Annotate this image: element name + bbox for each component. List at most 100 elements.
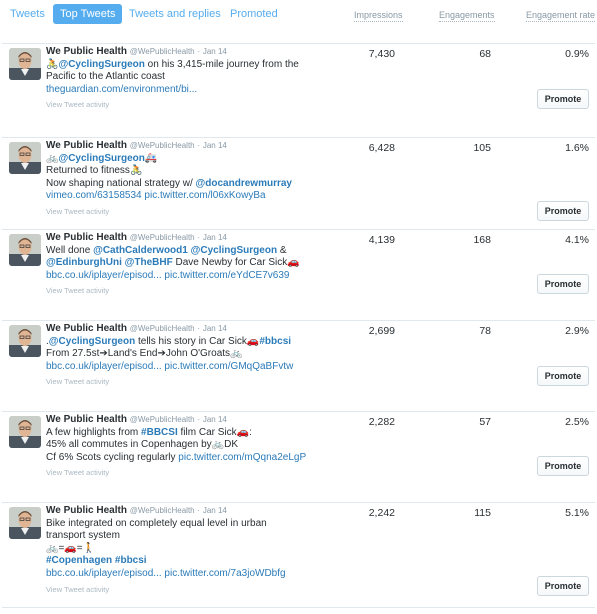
account-name[interactable]: We Public Health xyxy=(46,414,127,425)
column-header-impressions[interactable]: Impressions xyxy=(354,10,403,22)
promote-button[interactable]: Promote xyxy=(537,274,589,294)
mention-link[interactable]: @CyclingSurgeon xyxy=(49,336,135,347)
tab-top-tweets[interactable]: Top Tweets xyxy=(53,4,123,24)
engagement-rate-value: 2.9% xyxy=(565,325,589,337)
account-handle[interactable]: @WePublicHealth xyxy=(130,324,195,333)
account-name[interactable]: We Public Health xyxy=(46,232,127,243)
account-handle[interactable]: @WePublicHealth xyxy=(130,47,195,56)
tweet-date-separator: · xyxy=(197,324,201,333)
tweet-text-segment: Bike integrated on completely equal leve… xyxy=(46,517,267,529)
account-name[interactable]: We Public Health xyxy=(46,46,127,57)
mention-link[interactable]: @CyclingSurgeon xyxy=(58,59,144,70)
account-handle[interactable]: @WePublicHealth xyxy=(130,141,195,150)
tweet-text-line: transport system xyxy=(46,530,316,543)
mention-link[interactable]: @CyclingSurgeon xyxy=(191,245,277,256)
tweet-link[interactable]: vimeo.com/63158534 xyxy=(46,190,142,201)
tab-promoted[interactable]: Promoted xyxy=(230,4,278,24)
tab-tweets-and-replies[interactable]: Tweets and replies xyxy=(129,4,221,24)
tweet-text: Well done @CathCalderwood1 @CyclingSurge… xyxy=(46,245,316,283)
tweet-text-segment: ➔ xyxy=(99,348,108,360)
tweet-date[interactable]: Jan 14 xyxy=(203,324,227,333)
promote-button[interactable]: Promote xyxy=(537,89,589,109)
tweet-link[interactable]: pic.twitter.com/l06xKowyBa xyxy=(144,190,265,201)
tweet-date[interactable]: Jan 14 xyxy=(203,415,227,424)
avatar[interactable] xyxy=(9,48,41,80)
tweet-text-line: #Copenhagen #bbcsi xyxy=(46,555,316,568)
tweet-text-segment: : xyxy=(249,426,252,438)
tweet-row: We Public Health @WePublicHealth · Jan 1… xyxy=(2,320,595,411)
promote-button[interactable]: Promote xyxy=(537,456,589,476)
avatar[interactable] xyxy=(9,507,41,539)
tweet-date[interactable]: Jan 14 xyxy=(203,141,227,150)
promote-button[interactable]: Promote xyxy=(537,201,589,221)
tweet-text-line: 🚴@CyclingSurgeon on his 3,415-mile journ… xyxy=(46,59,316,72)
column-header-engagements-label: Engagements xyxy=(439,10,495,20)
mention-link[interactable]: @CathCalderwood1 xyxy=(93,245,188,256)
tweet-date[interactable]: Jan 14 xyxy=(203,506,227,515)
avatar[interactable] xyxy=(9,325,41,357)
tweet-link[interactable]: bbc.co.uk/iplayer/episod... xyxy=(46,361,162,372)
account-name[interactable]: We Public Health xyxy=(46,140,127,151)
tweet-text-line: 🚲=🚗=🚶 xyxy=(46,543,316,556)
tweet-text-segment: Land's End xyxy=(107,348,158,360)
tweet-text-segment: Returned to fitness xyxy=(46,165,130,177)
avatar[interactable] xyxy=(9,234,41,266)
view-tweet-activity-link[interactable]: View Tweet activity xyxy=(46,376,316,389)
mention-link[interactable]: @docandrewmurray xyxy=(196,178,292,189)
tweet-text-line: 🚲@CyclingSurgeon🚑 xyxy=(46,153,316,166)
engagement-rate-value: 5.1% xyxy=(565,507,589,519)
hashtag-link[interactable]: #Copenhagen xyxy=(46,555,112,566)
tab-tweets[interactable]: Tweets xyxy=(10,4,45,24)
column-header-engagements[interactable]: Engagements xyxy=(439,10,495,22)
view-tweet-activity-link[interactable]: View Tweet activity xyxy=(46,99,316,112)
tweet-text-segment: 🚴 xyxy=(46,58,59,70)
tweet-row: We Public Health @WePublicHealth · Jan 1… xyxy=(2,137,595,229)
tweet-link[interactable]: theguardian.com/environment/bi... xyxy=(46,84,197,95)
tweet-text-line: theguardian.com/environment/bi... xyxy=(46,84,316,97)
tweet-date-separator: · xyxy=(197,47,201,56)
tweet-link[interactable]: bbc.co.uk/iplayer/episod... xyxy=(46,270,162,281)
engagement-rate-value: 2.5% xyxy=(565,416,589,428)
tweet-link[interactable]: bbc.co.uk/iplayer/episod... xyxy=(46,568,162,579)
engagements-value: 168 xyxy=(473,234,491,246)
account-name[interactable]: We Public Health xyxy=(46,505,127,516)
top-tweets-list: We Public Health @WePublicHealth · Jan 1… xyxy=(2,43,595,608)
tweet-text: .@CyclingSurgeon tells his story in Car … xyxy=(46,336,316,374)
view-tweet-activity-link[interactable]: View Tweet activity xyxy=(46,285,316,298)
account-handle[interactable]: @WePublicHealth xyxy=(130,233,195,242)
hashtag-link[interactable]: #bbcsi xyxy=(115,555,147,566)
tweet-header: We Public Health @WePublicHealth · Jan 1… xyxy=(46,505,316,518)
tweet-link[interactable]: pic.twitter.com/eYdCE7v639 xyxy=(164,270,289,281)
view-tweet-activity-link[interactable]: View Tweet activity xyxy=(46,206,316,219)
tweet-text-segment: on his 3,415-mile journey from the xyxy=(144,58,299,70)
mention-link[interactable]: @TheBHF xyxy=(125,257,173,268)
tweet-text-line: Bike integrated on completely equal leve… xyxy=(46,518,316,531)
account-handle[interactable]: @WePublicHealth xyxy=(130,415,195,424)
avatar[interactable] xyxy=(9,416,41,448)
view-tweet-activity-link[interactable]: View Tweet activity xyxy=(46,584,316,597)
tweet-row: We Public Health @WePublicHealth · Jan 1… xyxy=(2,43,595,137)
account-name[interactable]: We Public Health xyxy=(46,323,127,334)
impressions-value: 2,699 xyxy=(368,325,395,337)
tweet-link[interactable]: pic.twitter.com/mQqna2eLgP xyxy=(178,452,306,463)
tweet-link[interactable]: pic.twitter.com/GMqQaBFvtw xyxy=(164,361,293,372)
avatar[interactable] xyxy=(9,142,41,174)
impressions-value: 2,282 xyxy=(368,416,395,428)
mention-link[interactable]: @CyclingSurgeon xyxy=(58,153,144,164)
hashtag-link[interactable]: #BBCSI xyxy=(141,427,178,438)
column-header-engagement-rate[interactable]: Engagement rate xyxy=(526,10,596,22)
view-tweet-activity-link[interactable]: View Tweet activity xyxy=(46,467,316,480)
tweet-text-line: vimeo.com/63158534 pic.twitter.com/l06xK… xyxy=(46,190,316,203)
tweet-date[interactable]: Jan 14 xyxy=(203,233,227,242)
promote-button[interactable]: Promote xyxy=(537,576,589,596)
tweet-date[interactable]: Jan 14 xyxy=(203,47,227,56)
mention-link[interactable]: @EdinburghUni xyxy=(46,257,122,268)
tweet-content: We Public Health @WePublicHealth · Jan 1… xyxy=(46,414,316,480)
tweet-link[interactable]: pic.twitter.com/7a3joWDbfg xyxy=(164,568,285,579)
account-handle[interactable]: @WePublicHealth xyxy=(130,506,195,515)
tweet-text-line: From 27.5st➔Land's End➔John O'Groats🚲 xyxy=(46,348,316,361)
promote-button[interactable]: Promote xyxy=(537,366,589,386)
hashtag-link[interactable]: #bbcsi xyxy=(259,336,291,347)
tweet-header: We Public Health @WePublicHealth · Jan 1… xyxy=(46,323,316,336)
tweet-text-segment: Cf 6% Scots cycling regularly xyxy=(46,451,179,463)
